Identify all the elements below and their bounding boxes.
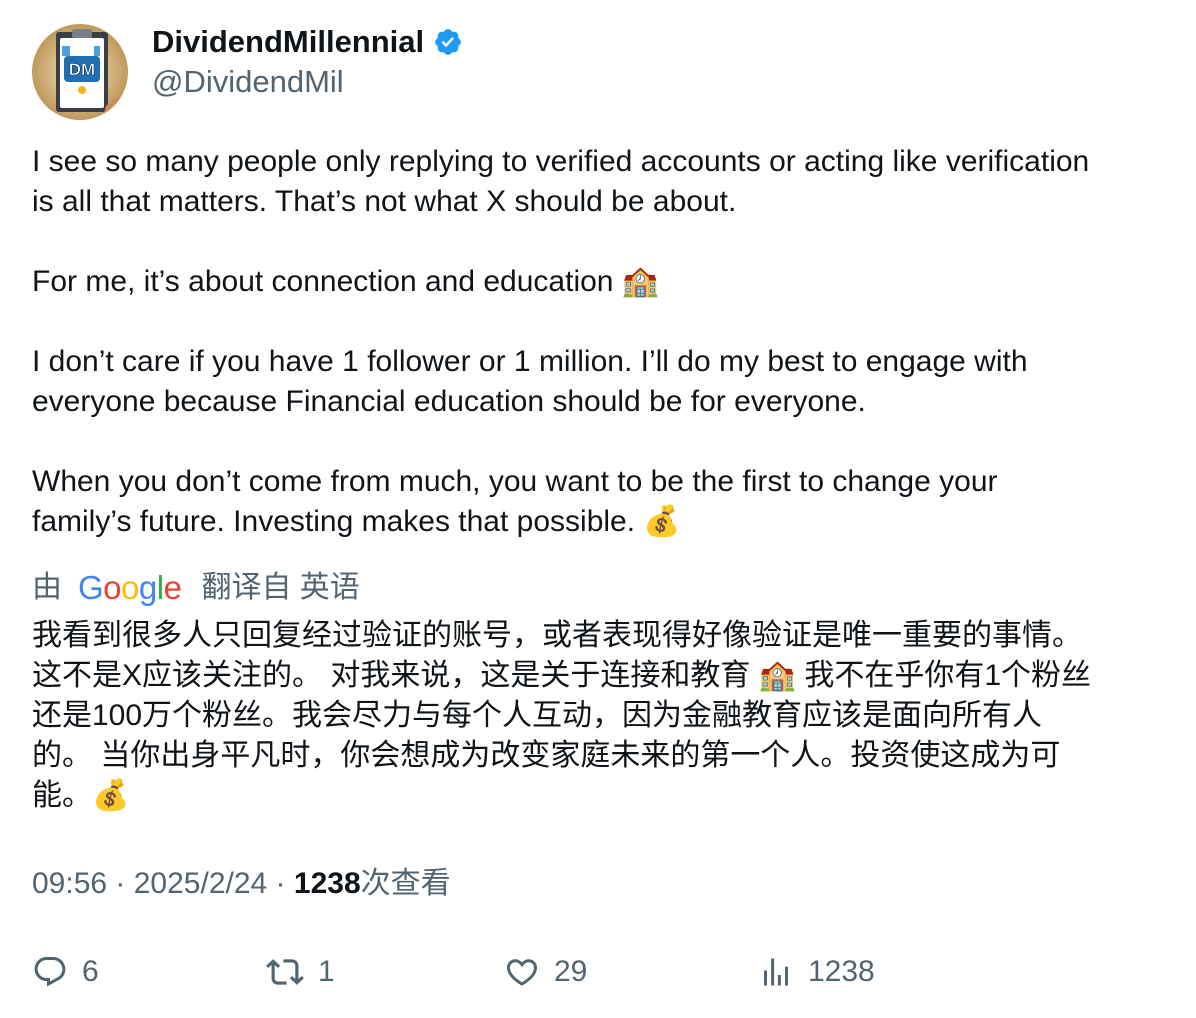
heart-icon bbox=[504, 954, 540, 990]
google-logo: Google bbox=[78, 569, 182, 606]
translated-by-label: 由 bbox=[32, 571, 62, 604]
meta-separator: · bbox=[107, 867, 134, 900]
action-bar: 6 1 29 1238 bbox=[0, 952, 1196, 992]
retweet-button[interactable]: 1 bbox=[266, 952, 335, 992]
tweet-paragraph: When you don’t come from much, you want … bbox=[32, 465, 998, 538]
tweet-text: I see so many people only replying to ve… bbox=[32, 142, 1172, 542]
verified-badge-icon bbox=[433, 27, 463, 57]
views-action-count: 1238 bbox=[808, 955, 875, 988]
views-label: 次查看 bbox=[360, 867, 451, 900]
translation-attribution[interactable]: 由 Google 翻译自 英语 bbox=[32, 568, 360, 608]
retweet-count: 1 bbox=[318, 955, 335, 988]
tweet-meta: 09:56 · 2025/2/24 · 1238次查看 bbox=[32, 864, 451, 904]
reply-button[interactable]: 6 bbox=[32, 952, 99, 992]
translated-text: 我看到很多人只回复经过验证的账号，或者表现得好像验证是唯一重要的事情。 这不是X… bbox=[32, 619, 1092, 812]
display-name-row[interactable]: DividendMillennial bbox=[152, 22, 463, 62]
like-count: 29 bbox=[554, 955, 588, 988]
display-name[interactable]: DividendMillennial bbox=[152, 22, 424, 62]
tweet-paragraph: I see so many people only replying to ve… bbox=[32, 145, 1090, 218]
reply-count: 6 bbox=[82, 955, 99, 988]
user-handle[interactable]: @DividendMil bbox=[152, 62, 344, 102]
views-count: 1238 bbox=[293, 867, 361, 900]
tweet-paragraph: For me, it’s about connection and educat… bbox=[32, 265, 660, 298]
retweet-icon bbox=[266, 953, 304, 991]
tweet-date[interactable]: 2025/2/24 bbox=[134, 867, 267, 900]
views-button[interactable]: 1238 bbox=[758, 952, 875, 992]
tweet-paragraph: I don’t care if you have 1 follower or 1… bbox=[32, 345, 1028, 418]
bar-chart-icon bbox=[758, 954, 794, 990]
avatar-image: DM bbox=[32, 24, 128, 120]
tweet-time[interactable]: 09:56 bbox=[32, 867, 107, 900]
avatar-initials: DM bbox=[69, 60, 95, 79]
like-button[interactable]: 29 bbox=[504, 952, 587, 992]
meta-separator: · bbox=[267, 867, 294, 900]
translated-from-label[interactable]: 翻译自 英语 bbox=[201, 568, 359, 608]
avatar[interactable]: DM bbox=[32, 24, 128, 120]
reply-icon bbox=[32, 954, 68, 990]
